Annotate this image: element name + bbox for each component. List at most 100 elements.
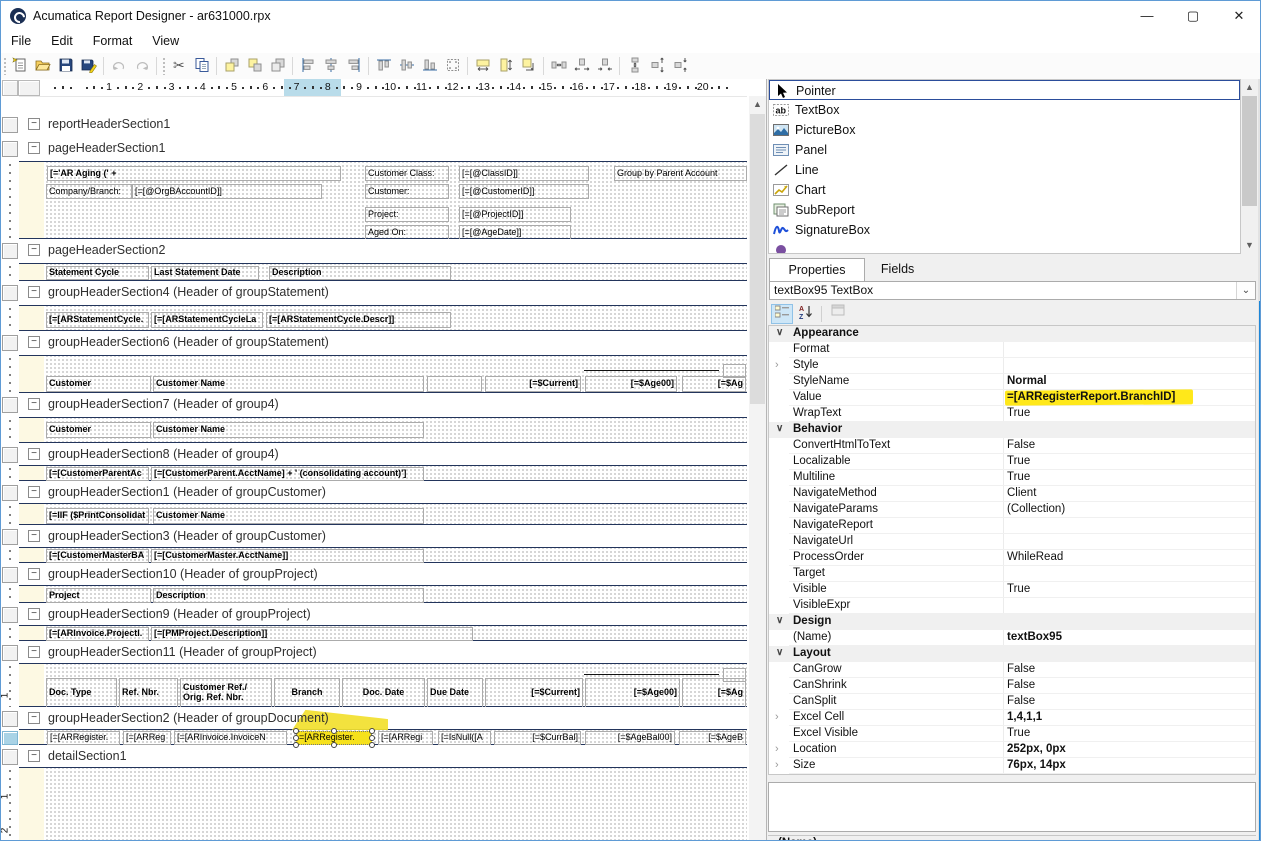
expander-icon[interactable]: › [775, 711, 779, 723]
property-row-visibleexpr[interactable]: VisibleExpr [769, 598, 1255, 614]
h-space-decrease-button[interactable] [593, 55, 616, 77]
property-value[interactable]: WhileRead [1007, 551, 1063, 563]
section-header-groupHeaderSection8[interactable]: −groupHeaderSection8 (Header of group4) [19, 443, 747, 465]
textbox-element[interactable]: Statement Cycle [46, 266, 149, 280]
property-row-converthtmltotext[interactable]: ConvertHtmlToText False [769, 438, 1255, 454]
textbox-element[interactable]: Doc. Type [46, 678, 117, 708]
toolbox-item-partial[interactable] [769, 240, 1240, 249]
textbox-element[interactable]: Customer [46, 376, 151, 392]
scroll-down-icon[interactable]: ▼ [1241, 237, 1258, 253]
property-row-processorder[interactable]: ProcessOrder WhileRead [769, 550, 1255, 566]
collapse-icon[interactable]: − [28, 486, 40, 498]
property-row-target[interactable]: Target [769, 566, 1255, 582]
toolbox-item-line[interactable]: Line [769, 160, 1240, 180]
textbox-element[interactable]: [=$AgeB [679, 731, 746, 745]
line-element[interactable] [584, 370, 719, 371]
section-selector-box[interactable] [2, 529, 18, 545]
property-row-navigateparams[interactable]: NavigateParams (Collection) [769, 502, 1255, 518]
section-header-groupHeaderSection6[interactable]: −groupHeaderSection6 (Header of groupSta… [19, 331, 747, 355]
section-header-groupHeaderSection9[interactable]: −groupHeaderSection9 (Header of groupPro… [19, 603, 747, 625]
toolbox-scrollbar[interactable]: ▲ ▼ [1241, 79, 1258, 254]
textbox-element[interactable]: Aged On: [365, 225, 449, 240]
toolbox-item-picturebox[interactable]: PictureBox [769, 120, 1240, 140]
property-row-cangrow[interactable]: CanGrow False [769, 662, 1255, 678]
section-selector-box[interactable] [2, 335, 18, 351]
section-selector-box[interactable] [2, 645, 18, 661]
property-row-canshrink[interactable]: CanShrink False [769, 678, 1255, 694]
textbox-element[interactable]: [=[@ClassID]] [459, 166, 589, 181]
category-row-layout[interactable]: ∨ Layout [769, 646, 1255, 662]
property-row-visible[interactable]: Visible True [769, 582, 1255, 598]
menu-item-view[interactable]: View [142, 31, 189, 51]
section-header-detailSection1[interactable]: −detailSection1 [19, 745, 747, 767]
property-value[interactable]: 76px, 14px [1007, 759, 1066, 771]
section-header-groupHeaderSection7[interactable]: −groupHeaderSection7 (Header of group4) [19, 393, 747, 417]
textbox-element[interactable]: Last Statement Date [151, 266, 259, 280]
section-selector-box[interactable] [2, 567, 18, 583]
tab-fields[interactable]: Fields [865, 258, 930, 280]
tab-properties[interactable]: Properties [769, 258, 865, 281]
chevron-down-icon[interactable]: ∨ [776, 423, 783, 434]
property-row-value[interactable]: Value =[ARRegisterReport.BranchID] [769, 390, 1255, 406]
textbox-element[interactable]: Branch [274, 678, 340, 708]
section-selector-box[interactable] [2, 285, 18, 301]
section-selector-box[interactable] [2, 243, 18, 259]
selection-handle[interactable] [331, 728, 337, 734]
save-as-button[interactable] [77, 55, 100, 77]
textbox-element[interactable]: [=[ARStatementCycle.Descr]] [266, 312, 451, 328]
scroll-up-icon[interactable]: ▲ [749, 96, 766, 113]
property-row-stylename[interactable]: StyleName Normal [769, 374, 1255, 390]
collapse-icon[interactable]: − [28, 244, 40, 256]
collapse-icon[interactable]: − [28, 750, 40, 762]
toolbox-item-subreport[interactable]: SubReport [769, 200, 1240, 220]
send-to-back-button[interactable] [243, 55, 266, 77]
selected-row-tick[interactable] [2, 731, 18, 745]
property-value[interactable]: (Collection) [1007, 503, 1065, 515]
collapse-icon[interactable]: − [28, 568, 40, 580]
v-space-increase-button[interactable] [646, 55, 669, 77]
selection-handle[interactable] [369, 735, 375, 741]
size-to-grid-button[interactable] [441, 55, 464, 77]
section-header-groupHeaderSection1[interactable]: −groupHeaderSection1 (Header of groupCus… [19, 481, 747, 503]
textbox-element[interactable]: Company/Branch: [46, 184, 132, 199]
selection-handle[interactable] [331, 742, 337, 748]
textbox-element[interactable]: Customer Ref./ Orig. Ref. Nbr. [180, 678, 272, 708]
redo-button[interactable] [130, 55, 153, 77]
textbox-element[interactable]: [=[ARRegi [378, 731, 433, 745]
selection-handle[interactable] [293, 728, 299, 734]
collapse-icon[interactable]: − [28, 646, 40, 658]
property-value[interactable]: =[ARRegisterReport.BranchID] [1007, 391, 1175, 403]
expander-icon[interactable]: › [775, 359, 779, 371]
property-value[interactable]: True [1007, 407, 1030, 419]
align-bottom-button[interactable] [418, 55, 441, 77]
textbox-element[interactable] [427, 376, 482, 392]
textbox-element[interactable]: [=$Age00] [585, 678, 680, 708]
textbox-element[interactable]: [=[ARStatementCycle. [46, 312, 149, 328]
toolbox-item-panel[interactable]: Panel [769, 140, 1240, 160]
reorder-button[interactable] [266, 55, 289, 77]
textbox-element[interactable]: [=[ARInvoice.ProjectI. [46, 627, 149, 641]
chevron-down-icon[interactable]: ⌄ [1236, 282, 1255, 299]
property-row-excelvisible[interactable]: Excel Visible True [769, 726, 1255, 742]
maximize-button[interactable]: ▢ [1170, 1, 1216, 31]
textbox-element[interactable]: Customer [46, 422, 151, 438]
selection-handle[interactable] [293, 735, 299, 741]
same-width-button[interactable] [471, 55, 494, 77]
minimize-button[interactable]: — [1124, 1, 1170, 31]
property-value[interactable]: Normal [1007, 375, 1047, 387]
textbox-element[interactable]: [=$CurrBal] [494, 731, 581, 745]
toolbox-item-pointer[interactable]: Pointer [769, 80, 1240, 100]
undo-button[interactable] [107, 55, 130, 77]
textbox-element[interactable]: [=[@AgeDate]] [459, 225, 571, 240]
textbox-element[interactable]: [=$Ag [682, 376, 746, 392]
property-value[interactable]: True [1007, 455, 1030, 467]
textbox-element[interactable]: [=[CustomerParent.AcctName] + ' (consoli… [151, 467, 424, 481]
property-row-style[interactable]: ›Style [769, 358, 1255, 374]
menu-item-format[interactable]: Format [83, 31, 143, 51]
cut-button[interactable]: ✂ [167, 55, 190, 77]
property-value[interactable]: True [1007, 583, 1030, 595]
collapse-icon[interactable]: − [28, 530, 40, 542]
textbox-element[interactable]: [=[ARRegister. [47, 731, 120, 745]
property-value[interactable]: False [1007, 679, 1035, 691]
property-row-navigatemethod[interactable]: NavigateMethod Client [769, 486, 1255, 502]
